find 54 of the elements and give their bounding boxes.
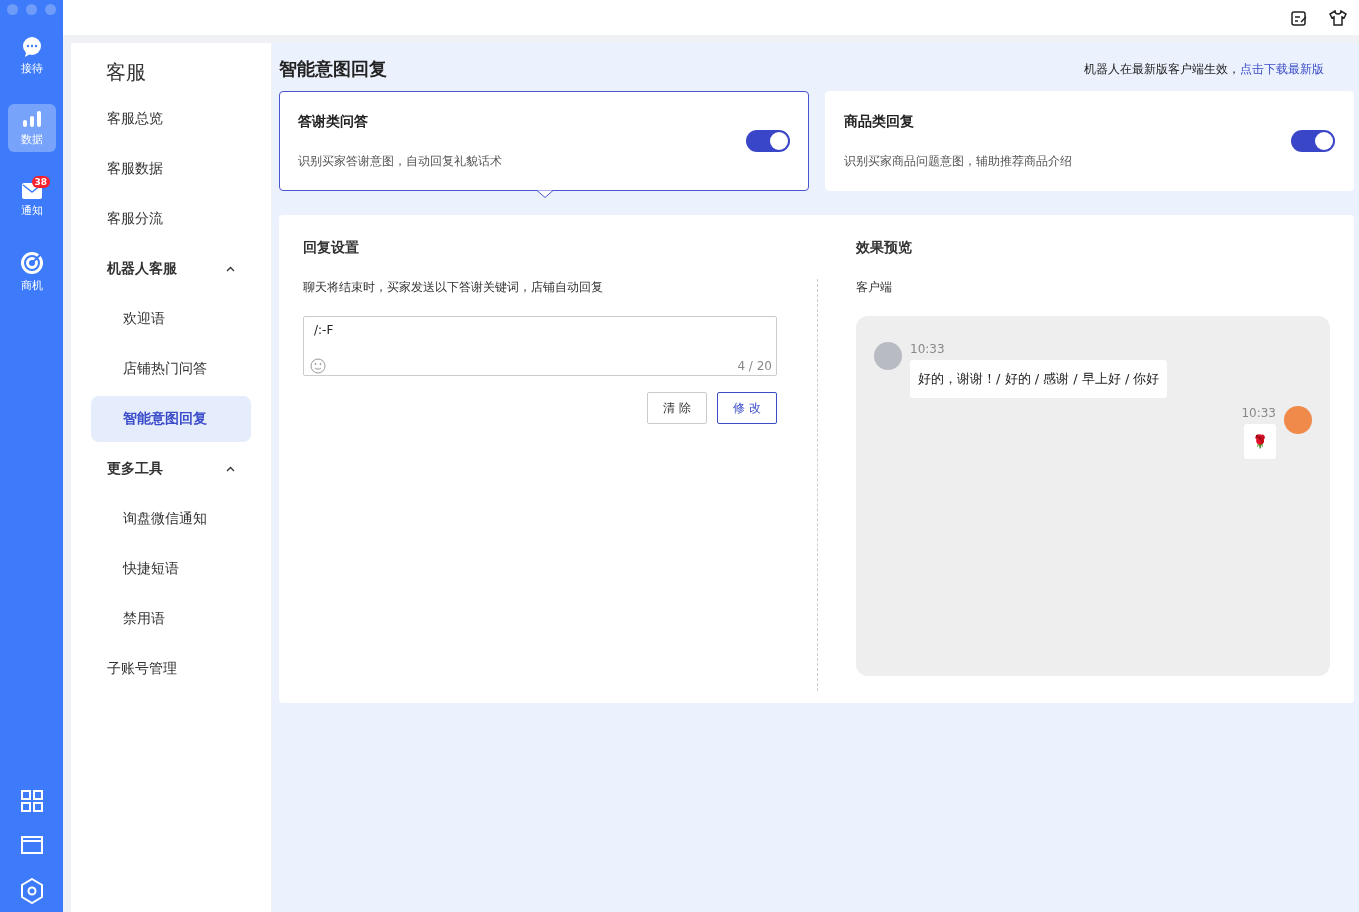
toggle-switch[interactable] xyxy=(745,130,790,152)
message-bubble: 好的，谢谢！/ 好的 / 感谢 / 早上好 / 你好 xyxy=(910,360,1168,398)
page-title: 智能意图回复 xyxy=(279,57,387,81)
preview-subtitle: 客户端 xyxy=(856,279,893,296)
nav-title: 客服 xyxy=(105,59,147,86)
nav-item[interactable]: 店铺热门问答 xyxy=(91,346,251,392)
hint-text: 聊天将结束时，买家发送以下答谢关键词，店铺自动回复 xyxy=(303,279,604,296)
card-title: 商品类回复 xyxy=(843,112,915,131)
download-link[interactable]: 点击下载最新版 xyxy=(1240,61,1324,76)
message-time: 10:33 xyxy=(1241,406,1276,420)
section-title: 回复设置 xyxy=(303,239,360,257)
notice-text: 机器人在最新版客户端生效，点击下载最新版 xyxy=(1084,60,1324,78)
card-title: 答谢类问答 xyxy=(298,112,369,131)
bar-chart-icon xyxy=(20,109,43,129)
intent-card[interactable]: 答谢类问答 识别买家答谢意图，自动回复礼貌话术 xyxy=(279,91,809,191)
nav-item[interactable]: 客服分流 xyxy=(91,194,251,244)
nav-item[interactable]: 欢迎语 xyxy=(91,296,251,342)
toggle-switch[interactable] xyxy=(1291,130,1335,152)
card-description: 识别买家商品问题意图，辅助推荐商品介绍 xyxy=(843,152,1072,170)
message-bubble: 🌹 xyxy=(1244,424,1276,459)
clear-button[interactable]: 清 除 xyxy=(647,392,707,424)
char-count: 4 / 20 xyxy=(737,359,772,373)
avatar xyxy=(1284,406,1312,434)
card-description: 识别买家答谢意图，自动回复礼貌话术 xyxy=(298,152,502,170)
edit-icon[interactable] xyxy=(1291,9,1307,26)
target-icon xyxy=(19,251,44,275)
edit-button[interactable]: 修 改 xyxy=(717,392,777,424)
settings-icon[interactable] xyxy=(19,878,44,904)
keyword-field[interactable]: /:-F 4 / 20 xyxy=(303,316,777,376)
shirt-icon[interactable] xyxy=(1329,9,1347,26)
intent-card[interactable]: 商品类回复 识别买家商品问题意图，辅助推荐商品介绍 xyxy=(824,91,1354,191)
nav-item[interactable]: 快捷短语 xyxy=(91,546,251,592)
nav-item[interactable]: 客服数据 xyxy=(91,144,251,194)
nav-item[interactable]: 智能意图回复 xyxy=(91,396,251,442)
window-icon[interactable] xyxy=(20,836,43,854)
nav-item[interactable]: 询盘微信通知 xyxy=(91,496,251,542)
nav-item[interactable]: 客服总览 xyxy=(91,94,251,144)
grid-icon[interactable] xyxy=(20,790,43,812)
caret-icon xyxy=(226,266,235,272)
section-title: 效果预览 xyxy=(856,239,913,257)
nav-item[interactable]: 子账号管理 xyxy=(91,644,251,694)
avatar xyxy=(874,342,902,370)
pointer-notch xyxy=(537,190,553,198)
nav-item[interactable]: 更多工具 xyxy=(91,444,251,494)
rail-item[interactable]: 接待 xyxy=(7,32,56,80)
smiley-icon[interactable] xyxy=(310,358,326,374)
nav-item[interactable]: 机器人客服 xyxy=(91,244,251,294)
chat-bubble-icon xyxy=(20,36,43,58)
message-time: 10:33 xyxy=(910,342,945,356)
caret-icon xyxy=(226,466,235,472)
rail-item[interactable]: 商机 xyxy=(7,248,56,296)
nav-item[interactable]: 禁用语 xyxy=(91,596,251,642)
rail-item[interactable]: 通知 38 xyxy=(7,176,56,224)
count-badge: 38 xyxy=(31,176,51,188)
